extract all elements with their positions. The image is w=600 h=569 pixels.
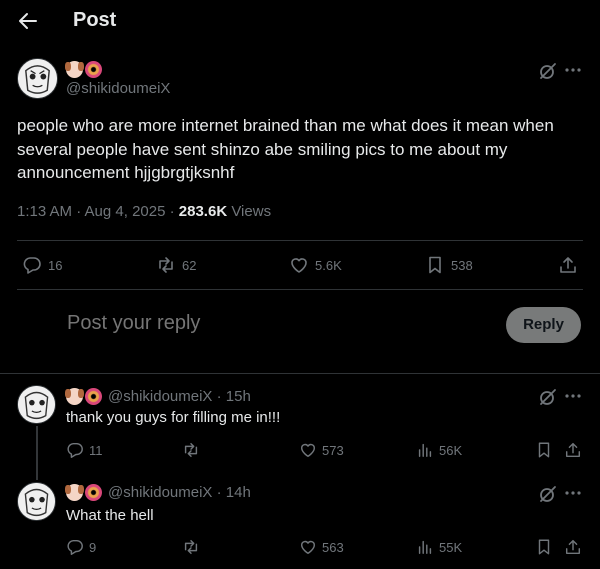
reply-count: 11 bbox=[89, 442, 103, 458]
reply-button[interactable]: 16 bbox=[22, 255, 62, 275]
page-title: Post bbox=[73, 9, 117, 31]
avatar[interactable] bbox=[17, 385, 56, 424]
header-bar: Post bbox=[0, 0, 600, 44]
grok-icon[interactable] bbox=[538, 484, 558, 504]
like-button[interactable]: 5.6K bbox=[289, 255, 342, 275]
reply-button[interactable]: 11 bbox=[66, 441, 103, 459]
bookmark-icon bbox=[538, 539, 550, 555]
repost-icon bbox=[184, 442, 198, 458]
post-views-label: Views bbox=[227, 203, 272, 220]
dog-emoji-icon bbox=[65, 484, 84, 501]
dog-emoji-icon bbox=[65, 388, 84, 405]
reply-time[interactable]: · 14h bbox=[212, 484, 251, 501]
share-icon bbox=[565, 539, 581, 555]
repost-count: 62 bbox=[182, 257, 197, 273]
like-button[interactable]: 573 bbox=[299, 441, 344, 459]
divider bbox=[17, 289, 583, 290]
like-icon bbox=[300, 540, 316, 555]
emoji-badges bbox=[65, 388, 102, 405]
grok-icon[interactable] bbox=[538, 61, 558, 81]
more-icon[interactable] bbox=[563, 386, 583, 406]
divider bbox=[0, 373, 600, 374]
reply-icon bbox=[67, 442, 83, 458]
dog-emoji-icon bbox=[65, 61, 84, 78]
views-count: 55K bbox=[439, 539, 463, 555]
bookmark-button[interactable] bbox=[535, 441, 553, 459]
repost-button[interactable] bbox=[182, 538, 205, 556]
donut-emoji-icon bbox=[85, 61, 102, 78]
repost-icon bbox=[184, 539, 198, 555]
like-icon bbox=[300, 443, 316, 458]
avatar[interactable] bbox=[17, 58, 58, 99]
reply-button[interactable]: 9 bbox=[66, 538, 96, 556]
like-icon bbox=[291, 258, 307, 273]
donut-emoji-icon bbox=[85, 484, 102, 501]
reply-handle[interactable]: @shikidoumeiX bbox=[108, 484, 212, 501]
reply-author: @shikidoumeiX · 14h bbox=[108, 484, 251, 501]
reply-text: thank you guys for filling me in!!! bbox=[66, 409, 281, 426]
share-icon bbox=[560, 257, 576, 273]
views-button[interactable]: 55K bbox=[416, 538, 462, 556]
post-author-handle[interactable]: @shikidoumeiX bbox=[66, 80, 170, 97]
avatar[interactable] bbox=[17, 482, 56, 521]
views-count: 56K bbox=[439, 442, 463, 458]
reply-submit-button[interactable]: Reply bbox=[506, 307, 581, 343]
share-icon bbox=[565, 442, 581, 458]
bookmark-count: 538 bbox=[451, 257, 473, 273]
emoji-badges bbox=[65, 484, 102, 501]
bookmark-icon bbox=[538, 442, 550, 458]
reply-author: @shikidoumeiX · 15h bbox=[108, 388, 251, 405]
bookmark-icon bbox=[429, 256, 441, 274]
bookmark-button[interactable] bbox=[535, 538, 553, 556]
reply-time[interactable]: · 15h bbox=[212, 388, 251, 405]
emoji-badges bbox=[65, 61, 102, 78]
reply-handle[interactable]: @shikidoumeiX bbox=[108, 388, 212, 405]
donut-emoji-icon bbox=[85, 388, 102, 405]
share-button[interactable] bbox=[558, 255, 578, 275]
post-timestamp[interactable]: 1:13 AM · Aug 4, 2025 · bbox=[17, 203, 179, 220]
post-text: people who are more internet brained tha… bbox=[17, 116, 554, 182]
more-icon[interactable] bbox=[563, 60, 583, 80]
like-count: 563 bbox=[322, 539, 344, 555]
share-button[interactable] bbox=[564, 441, 582, 459]
post-meta: 1:13 AM · Aug 4, 2025 · 283.6K Views bbox=[17, 203, 271, 220]
views-icon bbox=[418, 540, 432, 555]
reply-count: 16 bbox=[48, 257, 63, 273]
bookmark-button[interactable]: 538 bbox=[425, 255, 473, 275]
reply-count: 9 bbox=[89, 539, 97, 555]
reply-icon bbox=[23, 257, 41, 274]
repost-button[interactable]: 62 bbox=[156, 255, 196, 275]
like-button[interactable]: 563 bbox=[299, 538, 344, 556]
reply-icon bbox=[67, 539, 83, 555]
post-views-count: 283.6K bbox=[178, 203, 228, 220]
repost-icon bbox=[159, 257, 173, 273]
views-icon bbox=[418, 443, 432, 458]
grok-icon[interactable] bbox=[538, 387, 558, 407]
like-count: 5.6K bbox=[315, 257, 342, 273]
more-icon[interactable] bbox=[563, 483, 583, 503]
reply-input[interactable] bbox=[67, 312, 487, 335]
reply-text: What the hell bbox=[66, 507, 154, 524]
back-arrow-icon[interactable] bbox=[16, 9, 40, 33]
divider bbox=[17, 240, 583, 241]
like-count: 573 bbox=[322, 442, 344, 458]
share-button[interactable] bbox=[564, 538, 582, 556]
thread-line bbox=[36, 426, 38, 480]
repost-button[interactable] bbox=[182, 441, 205, 459]
views-button[interactable]: 56K bbox=[416, 441, 462, 459]
